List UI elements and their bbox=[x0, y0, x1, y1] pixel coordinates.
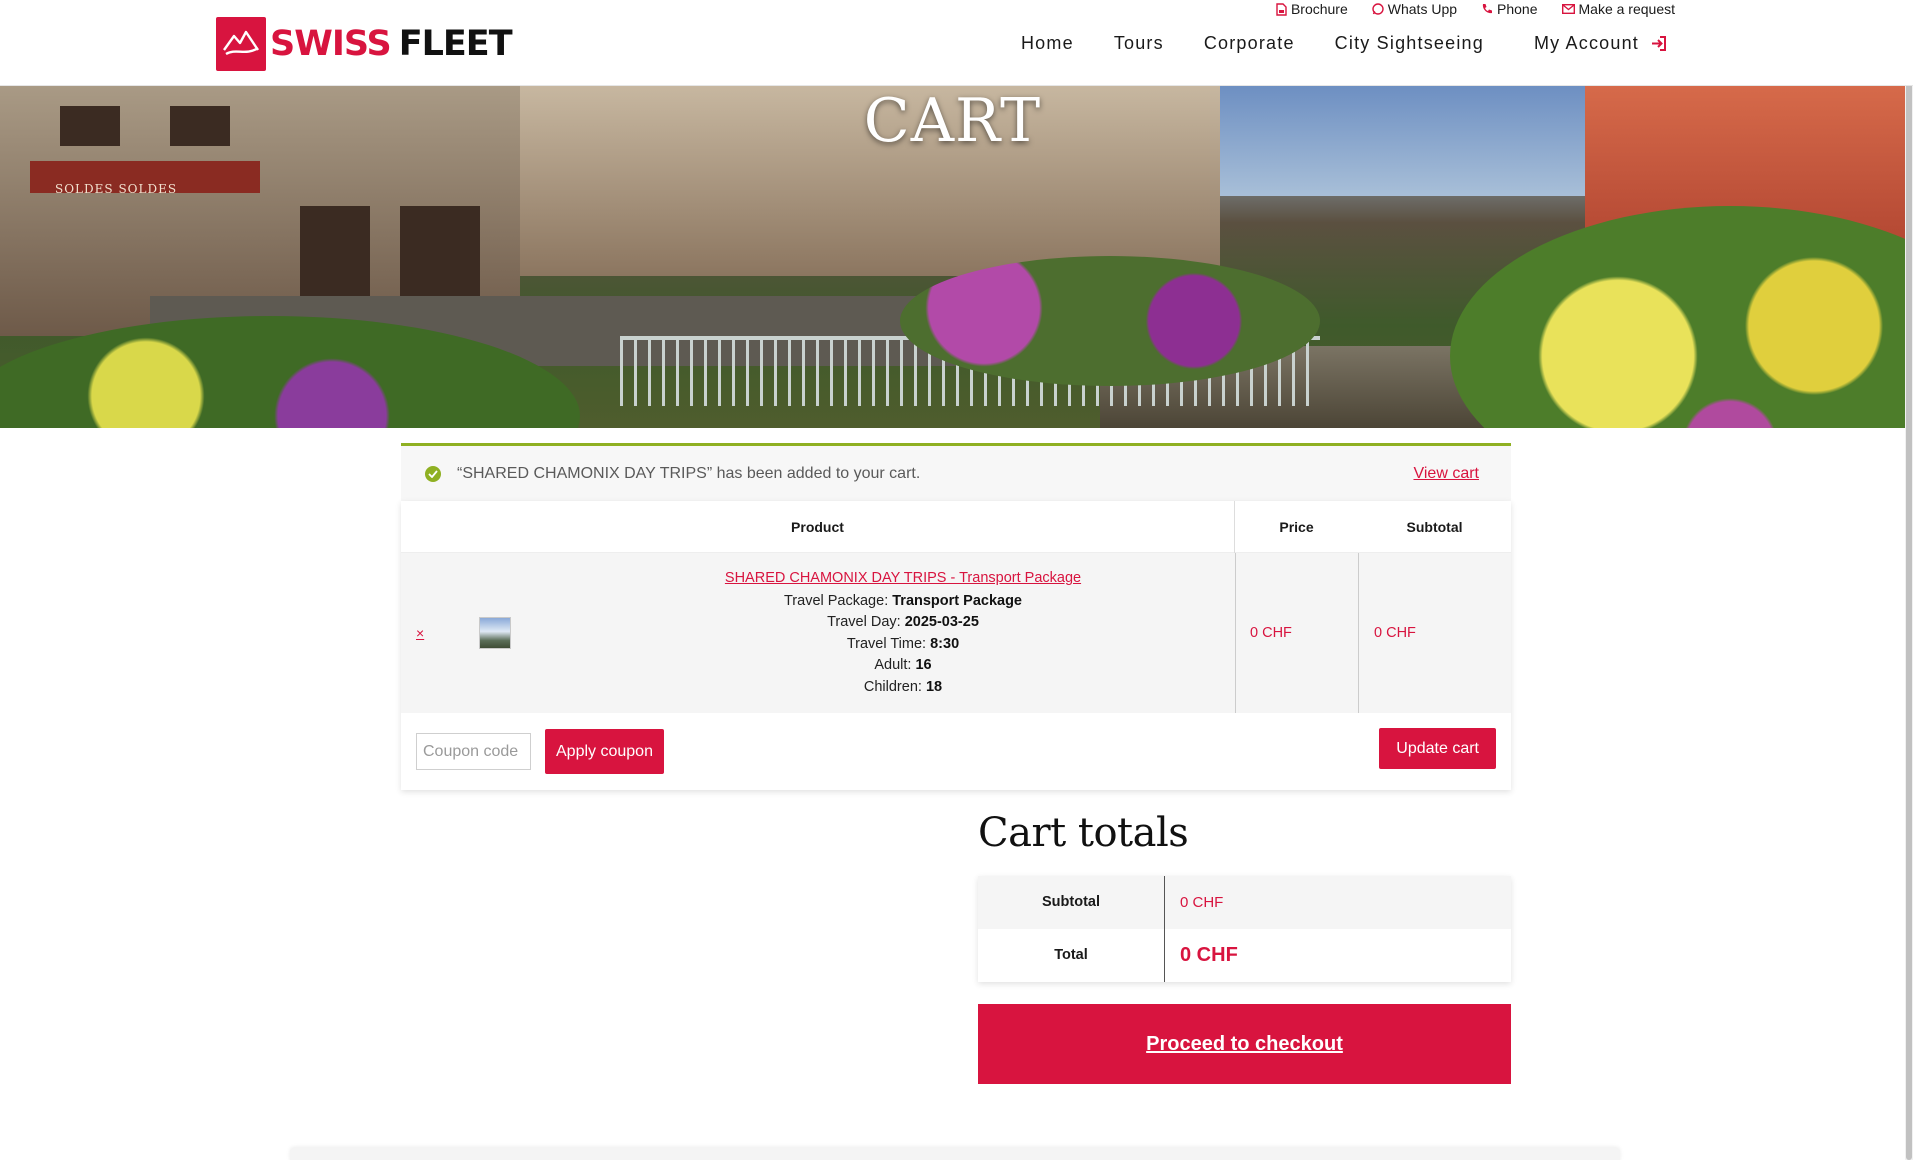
price-column-header: Price bbox=[1279, 518, 1314, 535]
meta-value: Transport Package bbox=[892, 592, 1022, 609]
cart-table: Product Price Subtotal × SHARED CHAMONIX… bbox=[401, 500, 1511, 790]
total-label: Total bbox=[978, 929, 1165, 982]
view-cart-link[interactable]: View cart bbox=[1413, 465, 1479, 483]
added-to-cart-notice: “SHARED CHAMONIX DAY TRIPS” has been add… bbox=[401, 443, 1511, 501]
product-column-header: Product bbox=[401, 500, 1235, 553]
make-request-label: Make a request bbox=[1578, 1, 1676, 17]
logo-wordmark: SWISS FLEET bbox=[270, 24, 513, 64]
logo-fleet-text: FLEET bbox=[398, 24, 513, 64]
whatsapp-icon bbox=[1372, 3, 1384, 15]
logo-swiss-text: SWISS bbox=[270, 24, 392, 64]
product-thumbnail[interactable] bbox=[479, 617, 511, 649]
cart-totals-table: Subtotal 0 CHF Total 0 CHF bbox=[978, 876, 1511, 982]
make-request-link[interactable]: Make a request bbox=[1561, 0, 1676, 18]
cart-table-header: Product Price Subtotal bbox=[401, 500, 1511, 553]
apply-coupon-button[interactable]: Apply coupon bbox=[545, 729, 664, 774]
scrollbar-thumb[interactable] bbox=[1906, 0, 1912, 1160]
phone-label: Phone bbox=[1497, 1, 1538, 17]
top-contact-bar: Brochure Whats Upp Phone Make a request bbox=[1276, 0, 1675, 18]
meta-label: Travel Package: bbox=[783, 592, 889, 609]
brochure-label: Brochure bbox=[1290, 1, 1348, 17]
nav-city-sightseeing[interactable]: City Sightseeing bbox=[1335, 33, 1484, 54]
sign-in-icon bbox=[1651, 36, 1667, 51]
envelope-icon bbox=[1561, 4, 1575, 14]
total-value: 0 CHF bbox=[1180, 944, 1238, 966]
meta-travel-day: Travel Day: 2025-03-25 bbox=[827, 612, 979, 634]
cart-totals-heading: Cart totals bbox=[978, 810, 1189, 856]
page-title: CART bbox=[863, 86, 1042, 156]
coupon-code-input[interactable] bbox=[416, 733, 531, 770]
main-nav: Home Tours Corporate City Sightseeing My… bbox=[981, 33, 1667, 54]
check-circle-icon bbox=[425, 465, 441, 482]
nav-my-account[interactable]: My Account bbox=[1534, 33, 1667, 54]
nav-home[interactable]: Home bbox=[1021, 33, 1074, 54]
meta-label: Children: bbox=[863, 678, 922, 695]
meta-travel-time: Travel Time: 8:30 bbox=[847, 634, 959, 656]
file-icon bbox=[1276, 2, 1287, 16]
swissfleet-logo[interactable]: SWISS FLEET bbox=[216, 17, 513, 71]
nav-tours[interactable]: Tours bbox=[1114, 33, 1164, 54]
proceed-to-checkout-button[interactable]: Proceed to checkout bbox=[978, 1004, 1511, 1084]
whatsapp-label: Whats Upp bbox=[1387, 1, 1458, 17]
item-subtotal: 0 CHF bbox=[1358, 553, 1511, 713]
meta-label: Adult: bbox=[874, 657, 912, 673]
subtotal-label: Subtotal bbox=[978, 876, 1165, 929]
meta-value: 2025-03-25 bbox=[904, 614, 979, 630]
remove-item-button[interactable]: × bbox=[401, 553, 461, 713]
phone-link[interactable]: Phone bbox=[1481, 0, 1538, 18]
meta-travel-package: Travel Package: Transport Package bbox=[784, 591, 1022, 613]
update-cart-button[interactable]: Update cart bbox=[1379, 728, 1496, 769]
totals-subtotal-row: Subtotal 0 CHF bbox=[978, 876, 1511, 929]
meta-value: 18 bbox=[925, 678, 943, 695]
subtotal-value: 0 CHF bbox=[1180, 894, 1224, 911]
whatsapp-link[interactable]: Whats Upp bbox=[1372, 0, 1457, 18]
page-scrollbar[interactable] bbox=[1905, 0, 1913, 1160]
product-name-link[interactable]: SHARED CHAMONIX DAY TRIPS - Transport Pa… bbox=[725, 568, 1081, 590]
hero-awning-text: SOLDES SOLDES bbox=[55, 182, 178, 196]
hero-flowers-right bbox=[1450, 206, 1905, 428]
meta-value: 16 bbox=[915, 657, 932, 673]
product-thumbnail-cell bbox=[461, 553, 571, 713]
nav-corporate[interactable]: Corporate bbox=[1204, 33, 1295, 54]
item-price: 0 CHF bbox=[1235, 553, 1358, 713]
meta-adult: Adult: 16 bbox=[874, 655, 931, 677]
notice-message: “SHARED CHAMONIX DAY TRIPS” has been add… bbox=[457, 464, 921, 482]
meta-value: 8:30 bbox=[930, 635, 960, 652]
meta-label: Travel Time: bbox=[846, 635, 927, 652]
phone-icon bbox=[1481, 3, 1493, 15]
site-header: SWISS FLEET Brochure Whats Upp Phone Mak… bbox=[0, 0, 1913, 86]
hero-flowers-middle bbox=[900, 256, 1320, 386]
meta-label: Travel Day: bbox=[827, 614, 901, 630]
my-account-label: My Account bbox=[1533, 33, 1639, 53]
logo-mountain-icon bbox=[216, 17, 266, 71]
totals-total-row: Total 0 CHF bbox=[978, 929, 1511, 982]
hero-banner: SOLDES SOLDES CART bbox=[0, 86, 1905, 428]
footer-edge bbox=[290, 1148, 1620, 1160]
cart-item-row: × SHARED CHAMONIX DAY TRIPS - Transport … bbox=[401, 553, 1511, 713]
brochure-link[interactable]: Brochure bbox=[1276, 0, 1348, 18]
subtotal-column-header: Subtotal bbox=[1406, 518, 1463, 535]
meta-children: Children: 18 bbox=[864, 677, 942, 699]
cart-actions: Apply coupon Update cart bbox=[401, 713, 1511, 790]
product-details: SHARED CHAMONIX DAY TRIPS - Transport Pa… bbox=[571, 553, 1235, 713]
